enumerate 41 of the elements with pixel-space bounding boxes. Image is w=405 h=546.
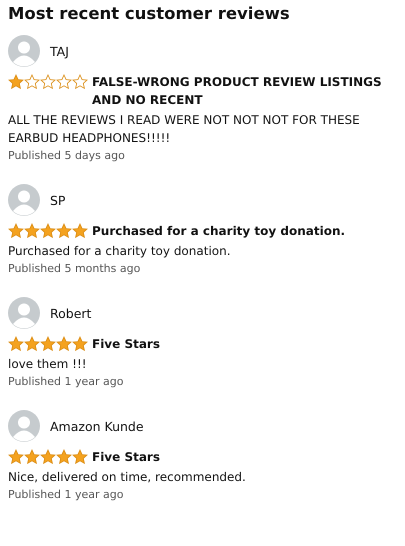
star-icon: [72, 336, 88, 352]
star-icon: [56, 449, 72, 465]
review-headline[interactable]: FALSE-WRONG PRODUCT REVIEW LISTINGS AND NO RECENT: [92, 73, 397, 109]
reviewer-name: SP: [50, 192, 66, 208]
star-icon: [24, 449, 40, 465]
review-text: Purchased for a charity toy donation.: [8, 243, 232, 260]
review-headline[interactable]: Five Stars: [92, 448, 160, 466]
star-icon: [40, 223, 56, 239]
published-date: Published 5 months ago: [8, 262, 142, 275]
avatar-icon: [8, 35, 40, 67]
reviewer-name: Robert: [50, 306, 92, 320]
star-icon: [72, 74, 88, 90]
review-text: ALL THE REVIEWS I READ WERE NOT NOT NOT FOR THESE EARBUD HEADPHONES!!!!!: [8, 112, 361, 147]
star-icon: [56, 223, 72, 239]
avatar-icon: [8, 184, 40, 216]
star-icon: [24, 74, 40, 90]
published-date: Published 1 year ago: [8, 375, 124, 388]
star-icon: [40, 74, 56, 90]
star-icon: [56, 336, 72, 352]
star-icon: [40, 449, 56, 465]
star-icon: [24, 336, 40, 352]
star-icon: [8, 336, 24, 352]
avatar-icon: [8, 297, 40, 329]
star-icon: [8, 223, 24, 239]
reviewer-name: Amazon Kunde: [50, 418, 144, 434]
avatar-icon: [8, 410, 40, 442]
section-title: Most recent customer reviews: [8, 4, 291, 23]
star-icon: [72, 449, 88, 465]
star-icon: [8, 74, 24, 90]
review-text: love them !!!: [8, 356, 88, 373]
star-icon: [72, 223, 88, 239]
star-icon: [56, 74, 72, 90]
reviewer-name: TAJ: [50, 44, 69, 58]
published-date: Published 5 days ago: [8, 149, 126, 162]
review-headline[interactable]: Five Stars: [92, 335, 160, 353]
star-icon: [8, 449, 24, 465]
review-headline[interactable]: Purchased for a charity toy donation.: [92, 222, 346, 240]
published-date: Published 1 year ago: [8, 488, 124, 501]
star-icon: [24, 223, 40, 239]
star-icon: [40, 336, 56, 352]
review-text: Nice, delivered on time, recommended.: [8, 469, 247, 486]
